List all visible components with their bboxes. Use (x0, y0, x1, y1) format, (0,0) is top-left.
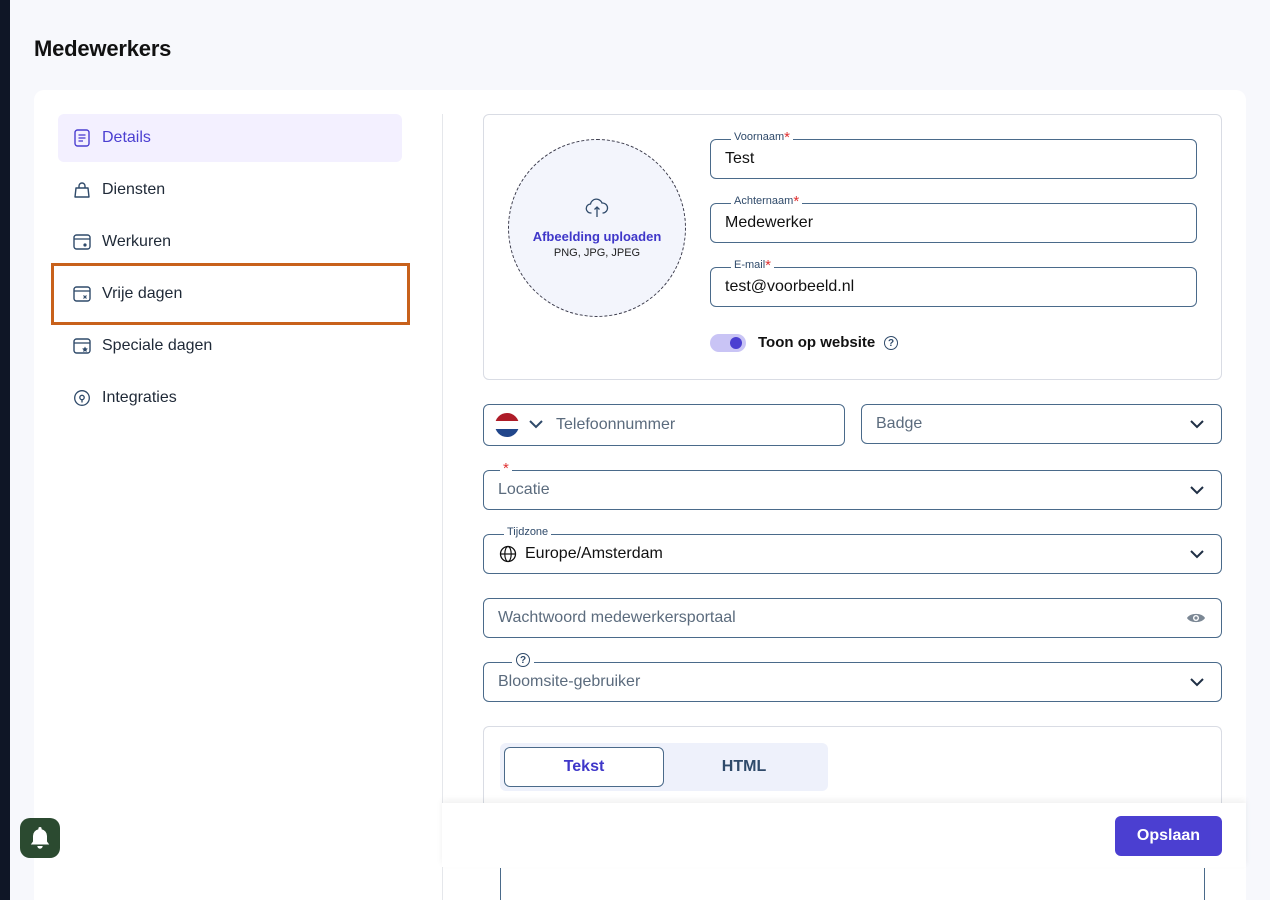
vertical-divider (442, 114, 443, 900)
calendar-star-icon (72, 336, 92, 356)
show-on-website-label: Toon op website (758, 334, 876, 351)
chevron-down-icon (1190, 420, 1204, 429)
email-field[interactable]: test@voorbeeld.nl (710, 267, 1197, 307)
password-field[interactable]: Wachtwoord medewerkersportaal (483, 598, 1222, 638)
badge-placeholder: Badge (876, 415, 923, 432)
bloomsite-user-select[interactable]: Bloomsite-gebruiker (483, 662, 1222, 702)
calendar-clock-icon (72, 232, 92, 252)
integration-icon (72, 388, 92, 408)
tab-html[interactable]: HTML (664, 747, 824, 787)
sidebar-item-label: Integraties (102, 389, 177, 406)
sidebar-item-details[interactable]: Details (58, 114, 402, 162)
bloomsite-placeholder: Bloomsite-gebruiker (498, 673, 641, 690)
sidebar-item-speciale-dagen[interactable]: Speciale dagen (58, 322, 402, 370)
last-name-field[interactable]: Medewerker (710, 203, 1197, 243)
upload-title: Afbeelding uploaden (532, 228, 662, 244)
timezone-select[interactable]: Europe/Amsterdam (483, 534, 1222, 574)
help-icon[interactable]: ? (516, 653, 530, 667)
sidebar-item-label: Werkuren (102, 233, 172, 250)
selection-highlight (51, 263, 410, 325)
chevron-down-icon (1190, 550, 1204, 559)
netherlands-flag-icon[interactable] (495, 413, 519, 437)
country-chevron-down-icon[interactable] (528, 419, 544, 429)
globe-icon (499, 545, 517, 563)
help-icon[interactable]: ? (884, 336, 898, 350)
page-title: Medewerkers (34, 36, 172, 61)
badge-select[interactable]: Badge (861, 404, 1222, 444)
chevron-down-icon (1190, 678, 1204, 687)
email-label: E-mail* (731, 258, 775, 273)
sidebar-item-label: Diensten (102, 181, 166, 198)
last-name-value: Medewerker (725, 214, 814, 231)
password-placeholder: Wachtwoord medewerkersportaal (498, 609, 736, 626)
sidebar-item-label: Speciale dagen (102, 337, 213, 354)
left-app-strip (0, 0, 10, 900)
upload-formats: PNG, JPG, JPEG (553, 246, 641, 259)
first-name-label: Voornaam* (731, 130, 793, 145)
first-name-value: Test (725, 150, 755, 167)
sidebar-item-label: Details (102, 129, 151, 146)
cloud-upload-icon (585, 198, 609, 223)
notification-bell-button[interactable] (20, 818, 60, 858)
bag-icon (72, 180, 92, 200)
bell-icon (30, 827, 50, 849)
editor-text-area[interactable] (500, 868, 1205, 900)
document-icon (72, 128, 92, 148)
timezone-label: Tijdzone (504, 526, 552, 538)
tab-tekst[interactable]: Tekst (504, 747, 664, 787)
sidebar-item-werkuren[interactable]: Werkuren (58, 218, 402, 266)
email-value: test@voorbeeld.nl (725, 278, 855, 295)
last-name-label: Achternaam* (731, 194, 803, 209)
chevron-down-icon (1190, 486, 1204, 495)
sidebar-item-integraties[interactable]: Integraties (58, 374, 402, 422)
location-placeholder: Locatie (498, 481, 550, 498)
location-label: * (500, 461, 512, 476)
eye-icon[interactable] (1186, 611, 1206, 625)
location-select[interactable]: Locatie (483, 470, 1222, 510)
save-button[interactable]: Opslaan (1115, 816, 1222, 856)
timezone-value: Europe/Amsterdam (525, 545, 663, 562)
toggle-knob (730, 337, 742, 349)
image-upload-dropzone[interactable]: Afbeelding uploaden PNG, JPG, JPEG (508, 139, 686, 317)
sidebar-item-diensten[interactable]: Diensten (58, 166, 402, 214)
